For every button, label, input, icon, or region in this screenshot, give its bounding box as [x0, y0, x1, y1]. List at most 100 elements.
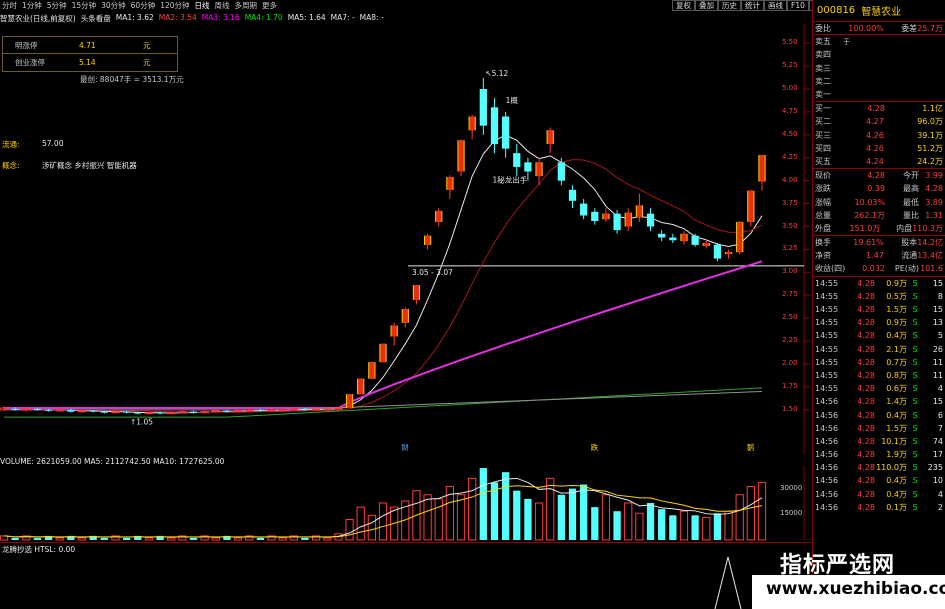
toolbar-button[interactable]: 画线	[764, 0, 787, 11]
stat-label: 涨跌	[815, 184, 831, 194]
tick-volume: 1.5万	[886, 423, 907, 433]
bottom-indicator-spike	[714, 556, 742, 609]
ma-long-line	[4, 260, 763, 409]
volume-bar	[256, 537, 265, 540]
stat-value: 110.3万	[912, 223, 943, 233]
tick-list: 14:55 4.28 0.9万 S 15 14:55 4.28 0.5万 S 8 14:55 4.28…	[813, 277, 945, 514]
price-tick: 4.50	[782, 129, 798, 138]
sell-orders: 卖五 于卖四 卖三 卖二 卖一	[813, 35, 945, 103]
volume-value: VOLUME: 2621059.00	[0, 457, 82, 466]
stat-value: 3.89	[925, 197, 943, 207]
tick-row: 14:55 4.28 1.5万 S 15	[813, 303, 945, 316]
toolbar-button[interactable]: F10	[787, 0, 809, 11]
candle	[669, 233, 677, 243]
volume-bar	[501, 472, 510, 540]
volume-bar	[468, 477, 477, 541]
candle	[635, 193, 644, 222]
candle	[591, 208, 599, 225]
toolbar-button[interactable]: 叠加	[695, 0, 718, 11]
weicha-label: 委差	[901, 23, 918, 33]
tick-time: 14:55	[815, 331, 839, 341]
candle	[178, 410, 187, 414]
volume-bar	[702, 516, 711, 541]
stat-value: 1.47	[865, 251, 884, 261]
period-tab[interactable]: 15分钟	[72, 0, 97, 11]
volume-bar	[624, 502, 633, 541]
tick-count: 13	[932, 318, 943, 328]
candle	[580, 199, 588, 220]
period-tab[interactable]: 1分钟	[22, 0, 42, 11]
stat-label: 涨幅	[815, 197, 831, 207]
tick-price: 4.28	[857, 344, 875, 354]
stat-value: 1.31	[925, 210, 943, 220]
toolbar-button[interactable]: 历史	[718, 0, 741, 11]
quote-panel: 000816 智慧农业 委比 100.00% 委差 25.7万 卖五于卖四 卖三卖…	[812, 0, 945, 609]
period-tab[interactable]: 60分钟	[131, 0, 156, 11]
period-tab[interactable]: 多周期	[235, 0, 258, 11]
price-tick: 1.50	[782, 404, 798, 413]
tick-time: 14:56	[815, 423, 839, 433]
stat-row: 总量 262.1万 量比 1.31	[813, 209, 945, 222]
toolbar-button[interactable]: 统计	[741, 0, 764, 11]
tick-price: 4.28	[857, 463, 875, 473]
volume-bar	[557, 494, 565, 540]
candle	[345, 394, 354, 408]
price-tick: 2.00	[782, 359, 798, 367]
period-tab[interactable]: 120分钟	[160, 0, 189, 11]
volume-ma10: MA10: 1727625.00	[153, 457, 225, 466]
volume-bar	[189, 537, 198, 540]
tick-row: 14:56 4.28 1.5万 S 7	[813, 422, 945, 435]
period-tab[interactable]: 30分钟	[101, 0, 126, 11]
tick-time: 14:56	[815, 476, 839, 486]
tick-row: 14:55 4.28 0.9万 S 15	[813, 277, 945, 290]
volume-bar	[546, 477, 555, 541]
tick-count: 7	[937, 423, 943, 433]
tick-row: 14:56 4.28 0.1万 S 2	[813, 501, 945, 514]
tick-side: S	[912, 502, 918, 512]
tick-side: S	[912, 318, 918, 328]
price-tick: 3.50	[782, 221, 798, 230]
period-tab[interactable]: 5分钟	[47, 0, 67, 11]
tick-volume: 0.4万	[886, 476, 907, 486]
tick-volume: 1.5万	[886, 305, 907, 315]
watermark-url: www.xuezhibiao.com	[766, 579, 945, 599]
buy-price: 4.26	[865, 130, 884, 140]
volume-bar	[11, 537, 19, 540]
stat-row: 涨幅 10.03% 最低 3.89	[813, 195, 945, 208]
candle	[624, 208, 632, 232]
tick-count: 4	[937, 384, 943, 394]
period-tab[interactable]: 更多	[262, 0, 277, 11]
toolbar-button[interactable]: 复权	[672, 0, 695, 11]
tick-volume: 0.4万	[886, 489, 907, 499]
candle	[357, 378, 365, 395]
price-tick: 4.75	[782, 106, 798, 115]
tick-row: 14:56 4.28 1.9万 S 17	[813, 448, 945, 461]
candle	[379, 343, 387, 363]
ma2-value: MA2: 3.54	[158, 13, 197, 22]
buy-price: 4.26	[865, 143, 884, 153]
period-tab[interactable]: 分时	[2, 0, 17, 11]
volume-bar	[524, 498, 532, 540]
tick-time: 14:56	[815, 436, 839, 446]
tick-price: 4.28	[857, 318, 875, 328]
volume-bar	[55, 537, 64, 541]
volume-chart[interactable]	[0, 466, 810, 542]
candlestick-chart[interactable]: ↖5.12 ↑1.05 3.05 - 3.07 1概 1秘龙出手财 跌 鹅	[0, 24, 810, 454]
volume-bar	[646, 503, 655, 540]
period-tab[interactable]: 周线	[215, 0, 230, 11]
volume-bar	[746, 486, 755, 541]
tick-volume: 0.9万	[886, 318, 907, 328]
tick-row: 14:55 4.28 0.5万 S 8	[813, 290, 945, 303]
candle	[401, 307, 409, 328]
period-tab[interactable]: 日线	[195, 0, 210, 11]
vol-axis-label: 30000	[780, 484, 803, 492]
stock-name: 智慧农业	[861, 7, 902, 18]
stat-label: 外盘	[815, 223, 831, 233]
indicator-name: 头条看盘	[80, 14, 111, 23]
price-tick: 3.25	[782, 244, 798, 253]
price-tick: 3.75	[782, 198, 798, 207]
volume-bar	[323, 537, 332, 541]
volume-bar	[233, 537, 243, 541]
volume-bar	[479, 468, 487, 540]
tick-side: S	[912, 410, 918, 420]
